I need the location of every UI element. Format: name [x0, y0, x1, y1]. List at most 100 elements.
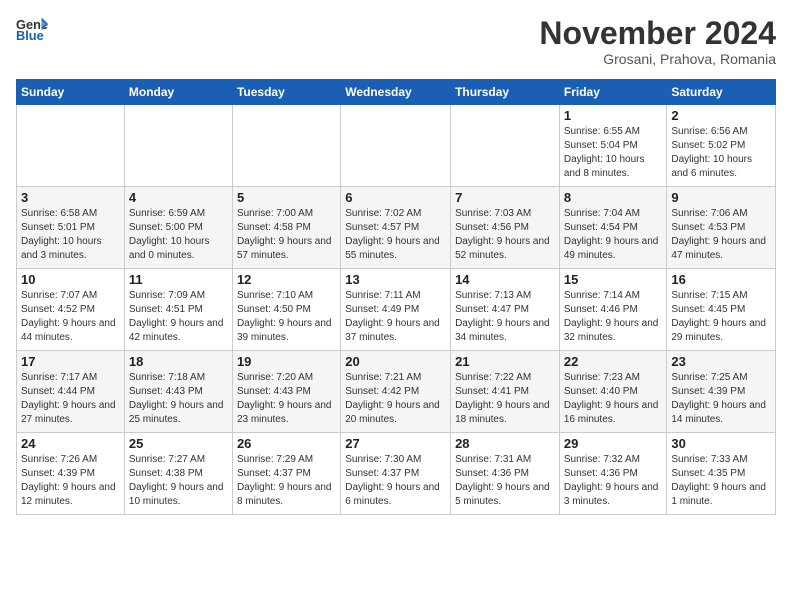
cell-4-2: 26 Sunrise: 7:29 AM Sunset: 4:37 PM Dayli…: [232, 433, 340, 515]
logo: General Blue: [16, 16, 48, 44]
day-number-0-5: 1: [564, 108, 663, 123]
svg-text:Blue: Blue: [16, 28, 44, 43]
cell-0-2: [232, 105, 340, 187]
header: General Blue November 2024 Grosani, Prah…: [16, 16, 776, 67]
day-number-2-5: 15: [564, 272, 663, 287]
day-info-4-6: Sunrise: 7:33 AM Sunset: 4:35 PM Dayligh…: [671, 453, 771, 509]
col-sunday: Sunday: [17, 80, 125, 105]
day-number-1-4: 7: [455, 190, 555, 205]
day-number-1-6: 9: [671, 190, 771, 205]
calendar-header-row: Sunday Monday Tuesday Wednesday Thursday…: [17, 80, 776, 105]
day-number-4-2: 26: [237, 436, 336, 451]
day-info-2-1: Sunrise: 7:09 AM Sunset: 4:51 PM Dayligh…: [129, 289, 228, 345]
cell-2-3: 13Sunrise: 7:11 AM Sunset: 4:49 PM Dayli…: [341, 269, 451, 351]
day-number-1-0: 3: [21, 190, 120, 205]
cell-2-6: 16Sunrise: 7:15 AM Sunset: 4:45 PM Dayli…: [667, 269, 776, 351]
cell-4-4: 28 Sunrise: 7:31 AM Sunset: 4:36 PM Dayli…: [451, 433, 560, 515]
day-info-3-0: Sunrise: 7:17 AM Sunset: 4:44 PM Dayligh…: [21, 371, 120, 427]
day-info-2-4: Sunrise: 7:13 AM Sunset: 4:47 PM Dayligh…: [455, 289, 555, 345]
day-info-0-5: Sunrise: 6:55 AM Sunset: 5:04 PM Dayligh…: [564, 125, 663, 181]
day-number-3-5: 22: [564, 354, 663, 369]
week-row-4: 24 Sunrise: 7:26 AM Sunset: 4:39 PM Dayli…: [17, 433, 776, 515]
day-info-1-0: Sunrise: 6:58 AM Sunset: 5:01 PM Dayligh…: [21, 207, 120, 263]
cell-0-5: 1 Sunrise: 6:55 AM Sunset: 5:04 PM Daylig…: [559, 105, 667, 187]
cell-0-6: 2Sunrise: 6:56 AM Sunset: 5:02 PM Daylig…: [667, 105, 776, 187]
day-number-3-0: 17: [21, 354, 120, 369]
cell-2-2: 12Sunrise: 7:10 AM Sunset: 4:50 PM Dayli…: [232, 269, 340, 351]
day-number-2-4: 14: [455, 272, 555, 287]
day-number-4-5: 29: [564, 436, 663, 451]
day-info-4-0: Sunrise: 7:26 AM Sunset: 4:39 PM Dayligh…: [21, 453, 120, 509]
day-number-3-6: 23: [671, 354, 771, 369]
day-info-3-5: Sunrise: 7:23 AM Sunset: 4:40 PM Dayligh…: [564, 371, 663, 427]
cell-4-5: 29Sunrise: 7:32 AM Sunset: 4:36 PM Dayli…: [559, 433, 667, 515]
day-info-3-4: Sunrise: 7:22 AM Sunset: 4:41 PM Dayligh…: [455, 371, 555, 427]
location: Grosani, Prahova, Romania: [539, 51, 776, 67]
calendar: Sunday Monday Tuesday Wednesday Thursday…: [16, 79, 776, 515]
cell-1-6: 9 Sunrise: 7:06 AM Sunset: 4:53 PM Daylig…: [667, 187, 776, 269]
day-info-3-3: Sunrise: 7:21 AM Sunset: 4:42 PM Dayligh…: [345, 371, 446, 427]
cell-1-1: 4Sunrise: 6:59 AM Sunset: 5:00 PM Daylig…: [124, 187, 232, 269]
day-info-1-2: Sunrise: 7:00 AM Sunset: 4:58 PM Dayligh…: [237, 207, 336, 263]
cell-3-2: 19Sunrise: 7:20 AM Sunset: 4:43 PM Dayli…: [232, 351, 340, 433]
cell-1-3: 6 Sunrise: 7:02 AM Sunset: 4:57 PM Daylig…: [341, 187, 451, 269]
day-info-4-3: Sunrise: 7:30 AM Sunset: 4:37 PM Dayligh…: [345, 453, 446, 509]
col-tuesday: Tuesday: [232, 80, 340, 105]
day-info-3-6: Sunrise: 7:25 AM Sunset: 4:39 PM Dayligh…: [671, 371, 771, 427]
cell-1-5: 8Sunrise: 7:04 AM Sunset: 4:54 PM Daylig…: [559, 187, 667, 269]
cell-2-4: 14 Sunrise: 7:13 AM Sunset: 4:47 PM Dayli…: [451, 269, 560, 351]
cell-2-0: 10 Sunrise: 7:07 AM Sunset: 4:52 PM Dayli…: [17, 269, 125, 351]
cell-3-3: 20 Sunrise: 7:21 AM Sunset: 4:42 PM Dayli…: [341, 351, 451, 433]
cell-0-4: [451, 105, 560, 187]
day-info-4-4: Sunrise: 7:31 AM Sunset: 4:36 PM Dayligh…: [455, 453, 555, 509]
day-info-1-4: Sunrise: 7:03 AM Sunset: 4:56 PM Dayligh…: [455, 207, 555, 263]
day-number-4-4: 28: [455, 436, 555, 451]
cell-1-2: 5 Sunrise: 7:00 AM Sunset: 4:58 PM Daylig…: [232, 187, 340, 269]
day-number-2-2: 12: [237, 272, 336, 287]
cell-3-4: 21 Sunrise: 7:22 AM Sunset: 4:41 PM Dayli…: [451, 351, 560, 433]
month-title: November 2024: [539, 16, 776, 51]
day-number-2-1: 11: [129, 272, 228, 287]
cell-0-1: [124, 105, 232, 187]
day-number-2-0: 10: [21, 272, 120, 287]
cell-4-0: 24 Sunrise: 7:26 AM Sunset: 4:39 PM Dayli…: [17, 433, 125, 515]
day-info-2-0: Sunrise: 7:07 AM Sunset: 4:52 PM Dayligh…: [21, 289, 120, 345]
cell-3-0: 17 Sunrise: 7:17 AM Sunset: 4:44 PM Dayli…: [17, 351, 125, 433]
day-info-1-6: Sunrise: 7:06 AM Sunset: 4:53 PM Dayligh…: [671, 207, 771, 263]
cell-1-4: 7 Sunrise: 7:03 AM Sunset: 4:56 PM Daylig…: [451, 187, 560, 269]
week-row-2: 10 Sunrise: 7:07 AM Sunset: 4:52 PM Dayli…: [17, 269, 776, 351]
day-number-2-6: 16: [671, 272, 771, 287]
col-wednesday: Wednesday: [341, 80, 451, 105]
cell-2-1: 11 Sunrise: 7:09 AM Sunset: 4:51 PM Dayli…: [124, 269, 232, 351]
col-saturday: Saturday: [667, 80, 776, 105]
cell-0-0: [17, 105, 125, 187]
week-row-1: 3 Sunrise: 6:58 AM Sunset: 5:01 PM Daylig…: [17, 187, 776, 269]
cell-3-1: 18 Sunrise: 7:18 AM Sunset: 4:43 PM Dayli…: [124, 351, 232, 433]
cell-1-0: 3 Sunrise: 6:58 AM Sunset: 5:01 PM Daylig…: [17, 187, 125, 269]
day-info-3-1: Sunrise: 7:18 AM Sunset: 4:43 PM Dayligh…: [129, 371, 228, 427]
day-info-1-1: Sunrise: 6:59 AM Sunset: 5:00 PM Dayligh…: [129, 207, 228, 263]
day-number-3-4: 21: [455, 354, 555, 369]
day-number-1-3: 6: [345, 190, 446, 205]
day-number-1-2: 5: [237, 190, 336, 205]
col-friday: Friday: [559, 80, 667, 105]
day-number-3-3: 20: [345, 354, 446, 369]
day-info-4-2: Sunrise: 7:29 AM Sunset: 4:37 PM Dayligh…: [237, 453, 336, 509]
week-row-3: 17 Sunrise: 7:17 AM Sunset: 4:44 PM Dayli…: [17, 351, 776, 433]
day-number-3-1: 18: [129, 354, 228, 369]
day-info-4-1: Sunrise: 7:27 AM Sunset: 4:38 PM Dayligh…: [129, 453, 228, 509]
page-container: General Blue November 2024 Grosani, Prah…: [0, 0, 792, 523]
cell-4-1: 25Sunrise: 7:27 AM Sunset: 4:38 PM Dayli…: [124, 433, 232, 515]
col-thursday: Thursday: [451, 80, 560, 105]
day-info-3-2: Sunrise: 7:20 AM Sunset: 4:43 PM Dayligh…: [237, 371, 336, 427]
cell-3-5: 22 Sunrise: 7:23 AM Sunset: 4:40 PM Dayli…: [559, 351, 667, 433]
day-number-2-3: 13: [345, 272, 446, 287]
day-info-0-6: Sunrise: 6:56 AM Sunset: 5:02 PM Dayligh…: [671, 125, 771, 181]
day-info-1-5: Sunrise: 7:04 AM Sunset: 4:54 PM Dayligh…: [564, 207, 663, 263]
cell-2-5: 15Sunrise: 7:14 AM Sunset: 4:46 PM Dayli…: [559, 269, 667, 351]
day-number-4-0: 24: [21, 436, 120, 451]
cell-4-3: 27Sunrise: 7:30 AM Sunset: 4:37 PM Dayli…: [341, 433, 451, 515]
cell-0-3: [341, 105, 451, 187]
day-info-1-3: Sunrise: 7:02 AM Sunset: 4:57 PM Dayligh…: [345, 207, 446, 263]
logo-icon: General Blue: [16, 16, 48, 44]
